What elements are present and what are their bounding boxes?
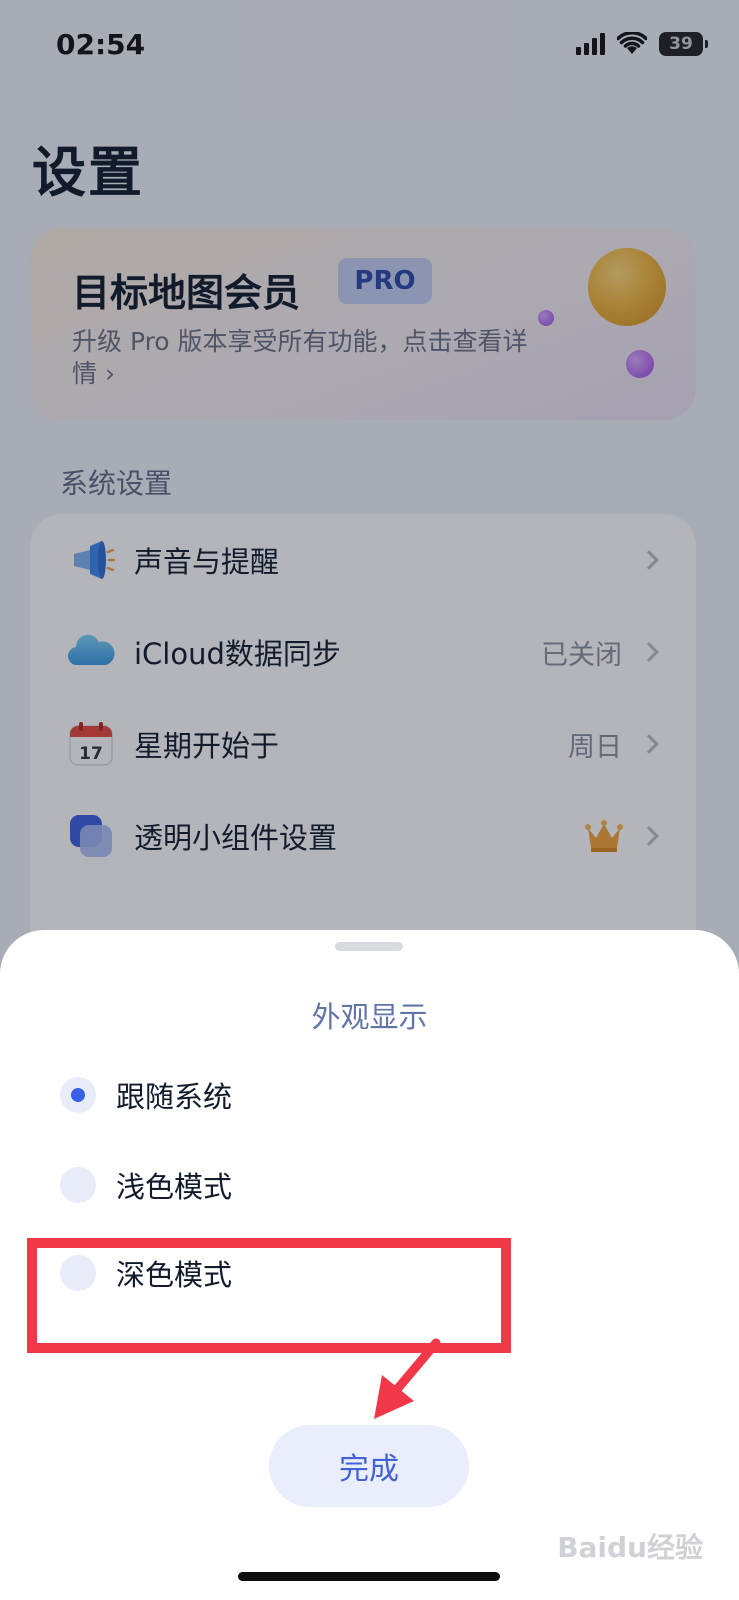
home-indicator	[238, 1572, 500, 1581]
radio-dot	[71, 1088, 85, 1102]
annotation-arrow-icon	[374, 1338, 441, 1419]
radio-unselected[interactable]	[60, 1167, 96, 1203]
sheet-grabber[interactable]	[335, 942, 403, 951]
watermark-logo: Baidu经验	[557, 1531, 703, 1564]
radio-selected[interactable]	[60, 1077, 96, 1113]
option-label: 跟随系统	[116, 1080, 233, 1114]
option-light-mode[interactable]: 浅色模式	[60, 1155, 480, 1215]
option-follow-system[interactable]: 跟随系统	[60, 1065, 480, 1125]
done-button[interactable]: 完成	[269, 1425, 469, 1507]
option-label: 浅色模式	[116, 1170, 233, 1204]
sheet-title: 外观显示	[311, 1000, 428, 1034]
